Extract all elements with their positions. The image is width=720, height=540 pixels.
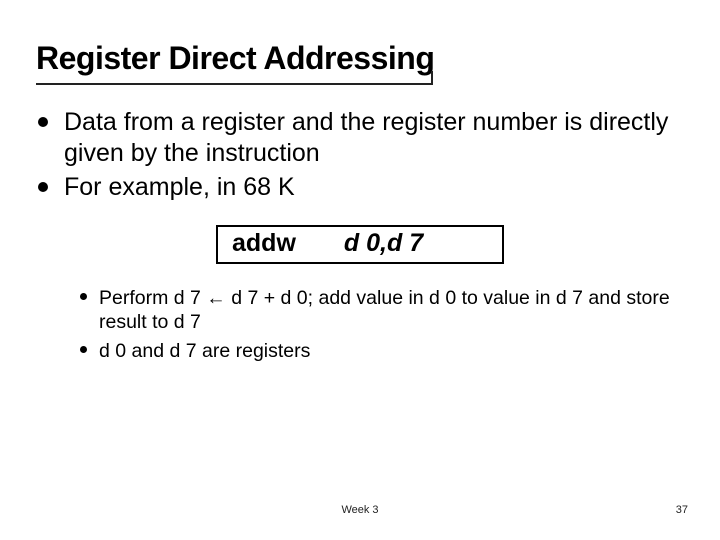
list-item: Data from a register and the register nu… [38, 107, 678, 170]
title-block: Register Direct Addressing [36, 40, 684, 85]
slide-title: Register Direct Addressing [36, 40, 684, 83]
sub-bullet-list: Perform d 7 ← d 7 + d 0; add value in d … [36, 286, 684, 363]
main-bullet-list: Data from a register and the register nu… [36, 107, 684, 203]
operand-1: d 0 [344, 229, 380, 257]
bullet-icon [80, 293, 87, 300]
bullet-text: Perform d 7 ← d 7 + d 0; add value in d … [99, 286, 678, 335]
operands: d 0,d 7 [344, 229, 423, 258]
instruction-box: addw d 0,d 7 [216, 225, 504, 264]
list-item: For example, in 68 K [38, 172, 678, 203]
footer-center: Week 3 [0, 504, 720, 516]
bullet-icon [38, 182, 48, 192]
list-item: Perform d 7 ← d 7 + d 0; add value in d … [80, 286, 678, 335]
mnemonic: addw [232, 229, 296, 258]
bullet-text: For example, in 68 K [64, 172, 295, 203]
title-underline [36, 83, 431, 85]
operand-2: d 7 [387, 229, 423, 257]
operand-sep: , [380, 229, 387, 257]
bullet-icon [38, 117, 48, 127]
list-item: d 0 and d 7 are registers [80, 339, 678, 363]
page-number: 37 [676, 504, 688, 516]
title-tick [431, 71, 433, 85]
bullet-text: Data from a register and the register nu… [64, 107, 678, 170]
slide: Register Direct Addressing Data from a r… [0, 0, 720, 540]
bullet-icon [80, 346, 87, 353]
bullet-text: d 0 and d 7 are registers [99, 339, 310, 363]
